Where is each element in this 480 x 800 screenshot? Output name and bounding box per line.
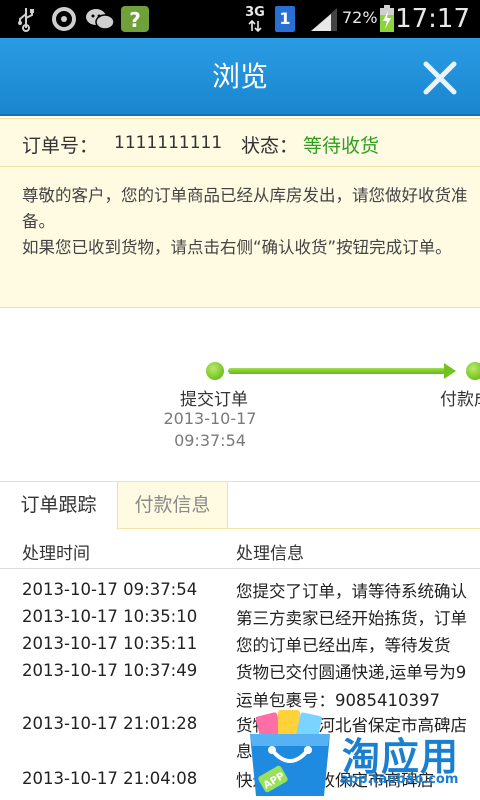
row-info: 您提交了订单，请等待系统确认 bbox=[236, 582, 467, 601]
wechat-icon bbox=[84, 4, 116, 34]
tab-payment-info[interactable]: 付款信息 bbox=[118, 482, 228, 529]
order-progress: 提交订单 2013-10-17 09:37:54 付款成 bbox=[0, 308, 480, 480]
row-time: 2013-10-17 21:04:08 bbox=[22, 769, 198, 788]
progress-arrow-icon bbox=[444, 363, 456, 379]
shopping-bag-icon: APP bbox=[250, 710, 330, 796]
row-info: 第三方卖家已经开始拣货，订单 bbox=[236, 609, 467, 628]
taobao-app-promo[interactable]: APP 淘应用 app.taobao.com bbox=[240, 704, 480, 800]
row-info: 货物已交付圆通快递,运单号为9 bbox=[236, 663, 467, 682]
progress-connector bbox=[228, 368, 446, 374]
row-time: 2013-10-17 21:01:28 bbox=[22, 714, 198, 733]
step-time-submitted: 09:37:54 bbox=[174, 431, 246, 450]
order-message: 尊敬的客户，您的订单商品已经从库房发出，请您做好收货准备。 如果您已收到货物，请… bbox=[22, 183, 472, 261]
title-bar: 浏览 bbox=[0, 38, 480, 116]
column-header-time: 处理时间 bbox=[22, 544, 90, 564]
qq-icon bbox=[50, 4, 78, 34]
page-title: 浏览 bbox=[211, 60, 268, 93]
detail-tabs: 订单跟踪 付款信息 bbox=[0, 481, 480, 530]
step-date-submitted: 2013-10-17 bbox=[163, 409, 257, 428]
network-type: 3G bbox=[245, 5, 265, 20]
sim-icon: 1 bbox=[274, 4, 296, 34]
status-bar: ? 3G 1 72% 17:17 bbox=[0, 0, 480, 38]
promo-url: app.taobao.com bbox=[340, 772, 459, 787]
row-time: 2013-10-17 09:37:54 bbox=[22, 580, 198, 599]
tab-order-tracking[interactable]: 订单跟踪 bbox=[0, 482, 118, 530]
step-label-submitted: 提交订单 bbox=[180, 390, 248, 410]
column-header-info: 处理信息 bbox=[236, 544, 304, 564]
step-dot-submitted bbox=[206, 362, 224, 380]
step-dot-paid bbox=[466, 362, 480, 380]
order-header: 订单号： 1111111111 状态： 等待收货 bbox=[0, 119, 480, 167]
usb-icon bbox=[12, 4, 40, 34]
close-button[interactable] bbox=[422, 60, 458, 96]
order-message-line: 尊敬的客户，您的订单商品已经从库房发出，请您做好收货准备。 bbox=[22, 186, 468, 231]
sim-badge: 1 bbox=[275, 6, 295, 32]
tracking-table-header: 处理时间 处理信息 bbox=[0, 529, 480, 569]
clock: 17:17 bbox=[395, 4, 470, 34]
order-number-label: 订单号： bbox=[22, 135, 99, 157]
order-message-line: 如果您已收到货物，请点击右侧“确认收货”按钮完成订单。 bbox=[22, 238, 452, 257]
order-status: 等待收货 bbox=[303, 135, 380, 157]
svg-text:?: ? bbox=[129, 8, 141, 32]
order-number: 1111111111 bbox=[114, 133, 223, 153]
close-icon bbox=[423, 61, 457, 95]
battery-charging-icon bbox=[378, 4, 396, 34]
signal-icon bbox=[308, 4, 340, 34]
step-label-paid: 付款成 bbox=[440, 390, 480, 410]
help-app-icon: ? bbox=[120, 4, 150, 34]
battery-percent: 72% bbox=[342, 8, 378, 27]
row-time: 2013-10-17 10:37:49 bbox=[22, 661, 198, 680]
data-arrows-icon: 3G bbox=[244, 4, 266, 34]
row-info: 您的订单已经出库，等待发货 bbox=[236, 636, 451, 655]
order-summary: 订单号： 1111111111 状态： 等待收货 尊敬的客户，您的订单商品已经从… bbox=[0, 118, 480, 308]
row-time: 2013-10-17 10:35:10 bbox=[22, 607, 198, 626]
row-time: 2013-10-17 10:35:11 bbox=[22, 634, 198, 653]
order-status-label: 状态： bbox=[241, 135, 299, 157]
